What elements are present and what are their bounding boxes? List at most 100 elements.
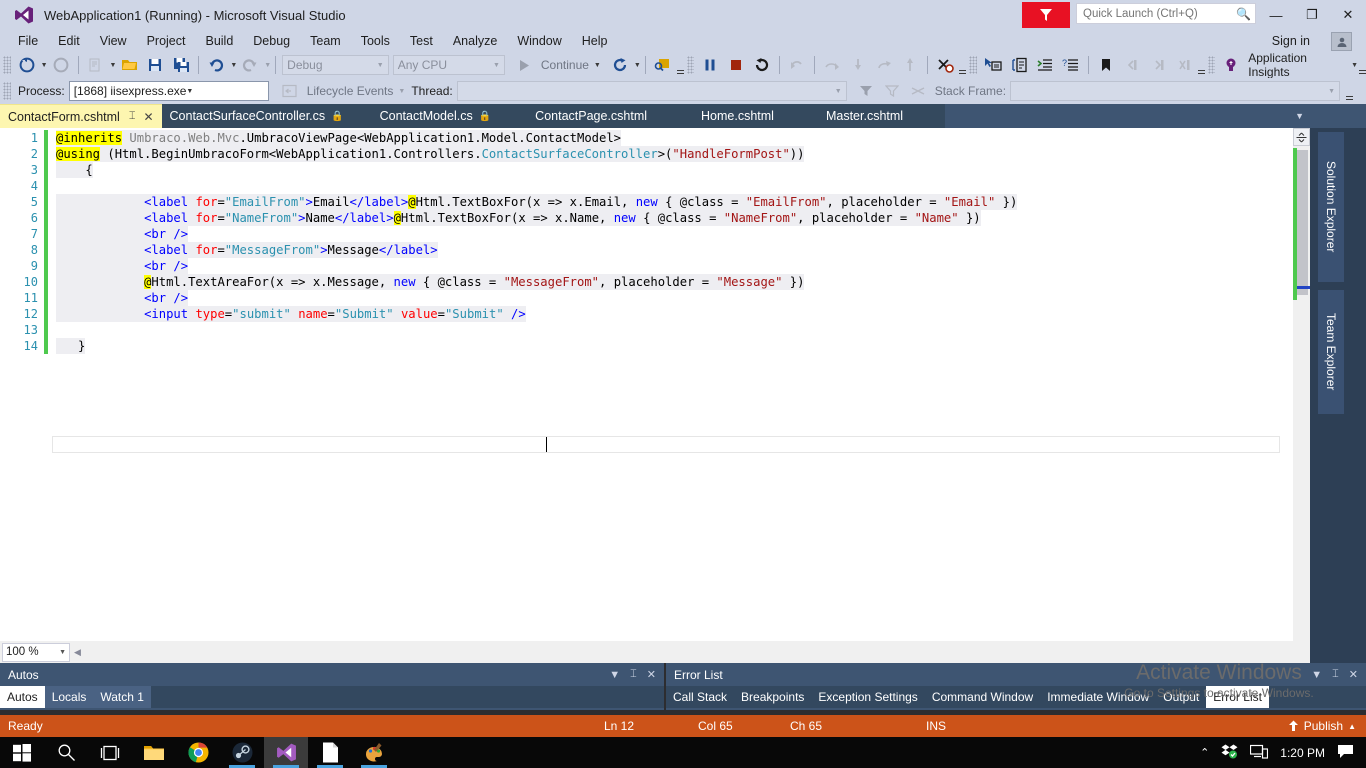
tab-contactform-cshtml[interactable]: ContactForm.cshtml ⌶ ✕ [0,104,162,128]
code-line[interactable]: 9 <br /> [0,258,1017,274]
process-combo[interactable]: [1868] iisexpress.exe ▼ [69,81,269,101]
code-line[interactable]: 7 <br /> [0,226,1017,242]
delete-all-breakpoints-button[interactable] [932,54,958,76]
paint-icon[interactable] [352,737,396,768]
quick-launch-box[interactable]: 🔍 [1076,3,1256,24]
menu-project[interactable]: Project [137,32,196,50]
tab-master-cshtml[interactable]: Master.cshtml [800,104,945,128]
code-line[interactable]: 5 <label for="EmailFrom">Email</label>@H… [0,194,1017,210]
menu-build[interactable]: Build [195,32,243,50]
restart-button[interactable] [607,54,633,76]
close-icon[interactable]: ✕ [143,110,153,124]
stack-frame-combo[interactable]: ▼ [1010,81,1340,101]
application-insights-label[interactable]: Application Insights [1248,51,1346,79]
restore-button[interactable]: ❐ [1294,0,1330,30]
panel-tab-error-list[interactable]: Error List [1206,686,1269,708]
account-avatar-icon[interactable] [1331,32,1352,51]
solution-explorer-tab[interactable]: Solution Explorer [1318,132,1344,282]
menu-debug[interactable]: Debug [243,32,300,50]
select-element-button[interactable] [980,54,1006,76]
panel-tab-watch1[interactable]: Watch 1 [93,686,151,708]
undo-dropdown-icon[interactable]: ▼ [230,62,237,69]
show-next-statement-button[interactable] [650,54,676,76]
search-icon[interactable] [44,737,88,768]
code-editor[interactable]: 1@inherits Umbraco.Web.Mvc.UmbracoViewPa… [0,128,1310,641]
help-list-button[interactable]: ? [1058,54,1084,76]
editor-vertical-scrollbar[interactable]: ▲ [1293,128,1310,641]
code-line[interactable]: 12 <input type="submit" name="Submit" va… [0,306,1017,322]
tab-home-cshtml[interactable]: Home.cshtml [675,104,800,128]
menu-tools[interactable]: Tools [351,32,400,50]
pin-icon[interactable]: ⌶ [630,668,637,681]
notification-flag-icon[interactable] [1022,2,1070,28]
code-line[interactable]: 4 [0,178,1017,194]
toolbar-overflow-icon[interactable] [1346,80,1353,102]
minimize-button[interactable]: — [1258,0,1294,30]
redo-dropdown-icon[interactable]: ▼ [264,62,271,69]
toolbar-overflow-icon[interactable] [1198,54,1205,76]
open-file-button[interactable] [116,54,142,76]
menu-help[interactable]: Help [572,32,618,50]
menu-analyze[interactable]: Analyze [443,32,507,50]
network-icon[interactable] [1250,744,1268,762]
solution-configuration-combo[interactable]: Debug ▼ [282,55,389,75]
start-icon[interactable] [0,737,44,768]
status-publish-button[interactable]: Publish ▲ [1288,719,1356,733]
panel-tab-breakpoints[interactable]: Breakpoints [734,686,811,708]
panel-tab-call-stack[interactable]: Call Stack [666,686,734,708]
stop-debugging-button[interactable] [723,54,749,76]
file-explorer-icon[interactable] [132,737,176,768]
toolbar-overflow-icon[interactable] [1359,54,1366,76]
horizontal-scroll-left-icon[interactable]: ◀ [74,647,81,658]
thread-combo[interactable]: ▼ [457,81,847,101]
notepad-icon[interactable] [308,737,352,768]
code-line[interactable]: 10 @Html.TextAreaFor(x => x.Message, new… [0,274,1017,290]
tab-contactsurfacecontroller-cs[interactable]: ContactSurfaceController.cs 🔒 [162,104,352,128]
toolbar-grip[interactable] [3,56,11,74]
quick-launch-input[interactable] [1081,7,1235,21]
toolbar-grip[interactable] [687,56,695,74]
task-view-icon[interactable] [88,737,132,768]
chevron-down-icon[interactable]: ▼ [1311,669,1322,681]
zoom-level-combo[interactable]: 100 % ▼ [2,643,70,662]
close-icon[interactable]: ✕ [647,668,656,681]
indent-list-button[interactable] [1032,54,1058,76]
toolbar-grip[interactable] [1208,56,1216,74]
menu-test[interactable]: Test [400,32,443,50]
code-line[interactable]: 6 <label for="NameFrom">Name</label>@Htm… [0,210,1017,226]
save-button[interactable] [142,54,168,76]
editor-splitter-handle[interactable] [1293,128,1310,146]
application-insights-dropdown-icon[interactable]: ▼ [1351,62,1358,69]
close-button[interactable]: ✕ [1330,0,1366,30]
panel-tab-command-window[interactable]: Command Window [925,686,1040,708]
toolbar-overflow-icon[interactable] [677,54,684,76]
chevron-down-icon[interactable]: ▼ [609,669,620,681]
panel-tab-exception-settings[interactable]: Exception Settings [811,686,924,708]
toolbar-grip[interactable] [969,56,977,74]
code-line[interactable]: 14 } [0,338,1017,354]
menu-file[interactable]: File [8,32,48,50]
menu-window[interactable]: Window [507,32,571,50]
chrome-icon[interactable] [176,737,220,768]
new-project-dropdown-icon[interactable]: ▼ [109,62,116,69]
toggle-bookmark-button[interactable] [1093,54,1119,76]
code-line[interactable]: 13 [0,322,1017,338]
pin-icon[interactable]: ⌶ [1332,668,1339,681]
toolbar-overflow-icon[interactable] [959,54,966,76]
steam-icon[interactable] [220,737,264,768]
code-line[interactable]: 8 <label for="MessageFrom">Message</labe… [0,242,1017,258]
panel-tab-output[interactable]: Output [1156,686,1206,708]
action-center-icon[interactable] [1337,744,1354,762]
menu-team[interactable]: Team [300,32,351,50]
restart-debug-button[interactable] [749,54,775,76]
navigate-backward-button[interactable] [14,54,40,76]
sign-in-link[interactable]: Sign in [1272,30,1310,52]
dom-explorer-button[interactable] [1006,54,1032,76]
navigate-backward-dropdown-icon[interactable]: ▼ [41,62,48,69]
close-icon[interactable]: ✕ [1349,668,1358,681]
tab-overflow-icon[interactable]: ▼ [1289,104,1310,128]
taskbar-clock[interactable]: 1:20 PM [1280,746,1325,760]
panel-tab-autos[interactable]: Autos [0,686,45,708]
toolbar-grip[interactable] [3,82,11,100]
continue-play-icon[interactable] [511,54,537,76]
